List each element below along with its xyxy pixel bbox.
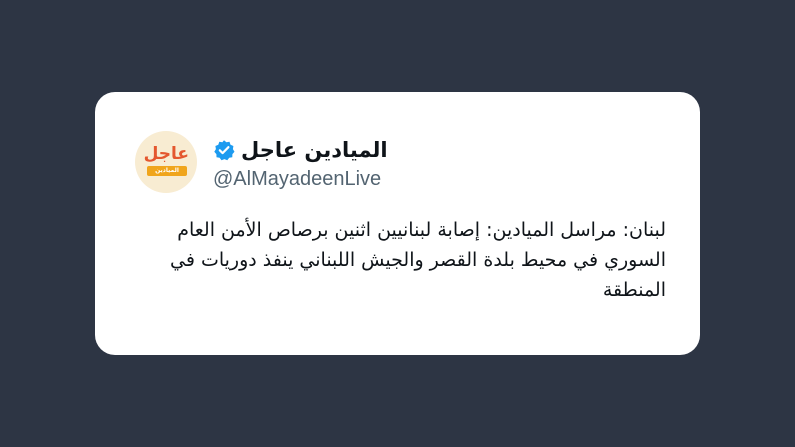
tweet-text: لبنان: مراسل الميادين: إصابة لبنانيين اث… <box>169 219 666 301</box>
author-name-row: الميادين عاجل <box>213 136 388 164</box>
logo-word: عاجل <box>143 144 189 164</box>
almayadeen-logo-icon: عاجل الميادين <box>144 145 189 181</box>
tweet-card: عاجل الميادين الميادين عاجل @AlMayadeenL… <box>95 92 700 355</box>
verified-badge-icon <box>213 139 235 161</box>
author-display-name[interactable]: الميادين عاجل <box>241 136 388 164</box>
avatar[interactable]: عاجل الميادين <box>135 131 197 193</box>
logo-subtitle: الميادين <box>147 166 187 176</box>
author-handle[interactable]: @AlMayadeenLive <box>213 166 381 192</box>
